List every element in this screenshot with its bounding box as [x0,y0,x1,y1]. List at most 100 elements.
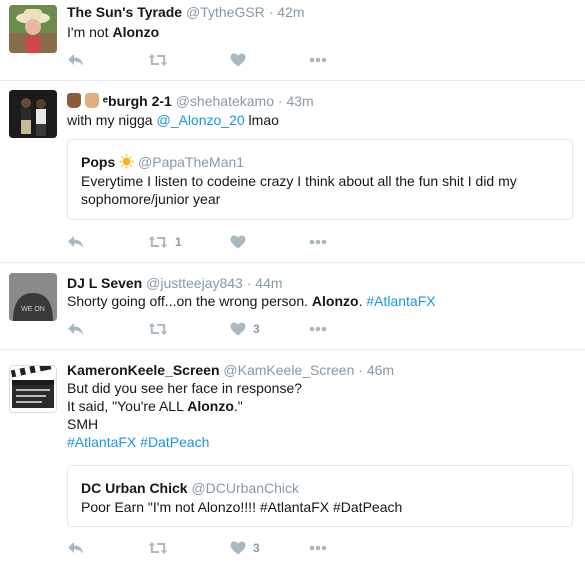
text-segment: with my nigga [67,112,157,128]
username[interactable]: @shehatekamo [176,93,274,109]
like-button[interactable] [230,233,246,251]
avatar-image: WE ON [9,273,57,321]
tweet-header: DJ L Seven @justteejay843 · 44m [67,274,283,292]
tweet[interactable]: WE ON DJ L Seven @justteejay843 · 44m Sh… [0,263,585,350]
reply-icon [68,542,83,554]
timestamp[interactable]: 42m [277,4,304,20]
avatar-image [9,90,57,138]
retweet-button[interactable] [148,51,168,69]
retweet-icon [148,54,168,66]
tweet-text: But did you see her face in response? It… [67,379,571,451]
display-name[interactable]: KameronKeele_Screen [67,362,220,378]
reply-icon [68,236,83,248]
tweet[interactable]: The Sun's Tyrade @TytheGSR · 42m I'm not… [0,0,585,81]
separator: · [268,4,274,20]
separator: · [246,275,252,291]
retweet-icon [148,542,168,554]
text-line: It said, "You're ALL Alonzo." [67,397,571,415]
bold-text: Alonzo [187,398,234,414]
like-button[interactable]: 3 [230,320,260,338]
mention-link[interactable]: @_Alonzo_20 [156,112,244,128]
retweet-button[interactable]: 1 [148,233,182,251]
display-name[interactable]: DJ L Seven [67,275,142,291]
text-segment: It said, "You're ALL [67,398,188,414]
text-segment: lmao [244,112,279,128]
reply-button[interactable] [67,51,84,69]
tweet[interactable]: ᵉburgh 2-1 @shehatekamo · 43m with my ni… [0,81,585,263]
reply-button[interactable] [67,539,84,557]
heart-icon [230,322,246,336]
quoted-display-name: Pops [81,154,116,170]
more-button[interactable] [309,233,327,251]
tweet-text: with my nigga @_Alonzo_20 lmao [67,111,571,129]
avatar[interactable] [9,5,57,53]
tweet[interactable]: KameronKeele_Screen @KamKeele_Screen · 4… [0,350,585,567]
username[interactable]: @TytheGSR [186,4,265,20]
quoted-tweet[interactable]: DC Urban Chick @DCUrbanChick Poor Earn "… [67,465,573,527]
heart-icon [230,235,246,249]
separator: · [358,362,363,378]
text-segment: Shorty going off...on the wrong person. [67,293,312,309]
tweet-header: The Sun's Tyrade @TytheGSR · 42m [67,3,304,21]
heart-icon [230,541,246,555]
tweet-text: I'm not Alonzo [67,23,571,41]
hashtag-link[interactable]: #AtlantaFX [67,434,136,450]
avatar-image [10,366,56,412]
avatar[interactable] [9,365,57,413]
reply-button[interactable] [67,233,84,251]
reply-icon [68,323,83,335]
more-icon [309,57,327,63]
display-name[interactable]: ᵉburgh 2-1 [103,93,172,109]
more-button[interactable] [309,51,327,69]
more-button[interactable] [309,539,327,557]
separator: · [277,93,283,109]
timestamp[interactable]: 43m [286,93,313,109]
timestamp[interactable]: 44m [255,275,282,291]
retweet-button[interactable] [148,320,168,338]
text-segment: I'm not [67,24,113,40]
quoted-header: DC Urban Chick @DCUrbanChick [81,479,299,497]
like-count: 3 [253,322,260,336]
svg-text:WE ON: WE ON [21,306,45,313]
hashtag-link[interactable]: #DatPeach [140,434,209,450]
retweet-icon [148,323,168,335]
heart-icon [230,53,246,67]
quoted-tweet[interactable]: Pops @PapaTheMan1 Everytime I listen to … [67,139,573,220]
quoted-header: Pops @PapaTheMan1 [81,153,244,173]
avatar-image [9,5,57,53]
raised-hand-emoji-icon [67,93,81,108]
quoted-text: Poor Earn "I'm not Alonzo!!!! #AtlantaFX… [81,499,403,515]
quoted-text: Everytime I listen to codeine crazy I th… [81,173,517,207]
tweet-header: KameronKeele_Screen @KamKeele_Screen · 4… [67,361,394,379]
bold-text: Alonzo [311,293,359,309]
quoted-username: @DCUrbanChick [191,480,300,496]
more-button[interactable] [309,320,327,338]
quoted-username: @PapaTheMan1 [138,154,245,170]
retweet-button[interactable] [148,539,168,557]
more-icon [309,545,327,551]
text-line: SMH [67,416,99,432]
display-name[interactable]: The Sun's Tyrade [67,4,182,20]
timestamp[interactable]: 46m [367,362,394,378]
reply-icon [68,54,83,66]
tweet-text: Shorty going off...on the wrong person. … [67,292,571,310]
hand-emoji-icon [84,93,99,108]
sun-emoji-icon [119,154,134,173]
quoted-display-name: DC Urban Chick [81,480,188,496]
like-button[interactable]: 3 [230,539,260,557]
text-line: But did you see her face in response? [67,380,303,396]
bold-text: Alonzo [112,24,160,40]
text-segment: ." [233,398,243,414]
tweet-header: ᵉburgh 2-1 @shehatekamo · 43m [67,92,314,110]
avatar[interactable] [9,90,57,138]
text-line: #AtlantaFX #DatPeach [67,433,571,451]
avatar[interactable]: WE ON [9,273,57,321]
retweet-count: 1 [175,235,182,249]
username[interactable]: @KamKeele_Screen [223,362,354,378]
like-button[interactable] [230,51,246,69]
retweet-icon [148,236,168,248]
more-icon [309,239,327,245]
hashtag-link[interactable]: #AtlantaFX [366,293,435,309]
username[interactable]: @justteejay843 [146,275,243,291]
reply-button[interactable] [67,320,84,338]
